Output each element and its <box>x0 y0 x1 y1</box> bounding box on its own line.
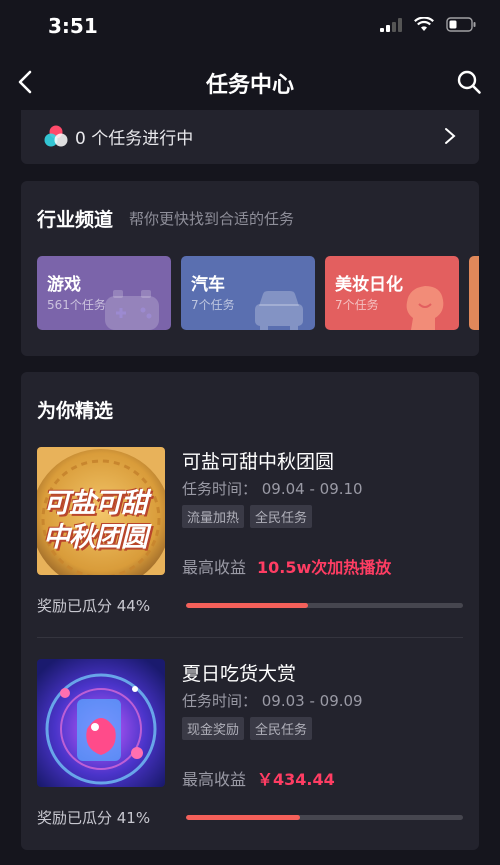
task-logo-icon <box>44 125 68 147</box>
featured-section: 为你精选 可盐可甜 中秋团圆 可盐可甜中秋团圆 任务时间： 09.04 - 09… <box>21 372 479 850</box>
industry-tile-game[interactable]: 游戏 561个任务 <box>37 256 171 330</box>
in-progress-text: 0 个任务进行中 <box>75 129 194 149</box>
section-title: 为你精选 <box>37 400 114 422</box>
section-title: 行业频道 <box>37 209 114 231</box>
reward-progress-fill <box>186 815 300 820</box>
task-tag: 流量加热 <box>182 505 245 528</box>
income-value: 10.5w次加热播放 <box>257 558 392 577</box>
income-label: 最高收益 <box>182 558 247 577</box>
tile-name: 美妆日化 <box>335 275 403 295</box>
industry-tiles: 游戏 561个任务 汽车 7个任务 美妆日化 7个任务 <box>37 256 479 330</box>
chevron-right-icon <box>445 128 456 144</box>
reward-progress-fill <box>186 603 308 608</box>
face-icon <box>406 286 444 330</box>
status-time: 3:51 <box>48 14 98 38</box>
reward-progress-bar <box>186 815 463 820</box>
reward-progress-text: 奖励已瓜分 41% <box>37 809 151 827</box>
task-tag: 全民任务 <box>250 505 313 528</box>
status-bar: 3:51 <box>0 0 500 50</box>
industry-tile-beauty[interactable]: 美妆日化 7个任务 <box>325 256 459 330</box>
task-title: 可盐可甜中秋团圆 <box>182 451 335 473</box>
tile-count: 7个任务 <box>191 298 235 312</box>
industry-channel-section: 行业频道 帮你更快找到合适的任务 游戏 561个任务 汽车 7个任务 美妆日化 … <box>21 181 479 356</box>
task-tag: 现金奖励 <box>182 717 245 740</box>
wifi-icon <box>414 17 434 31</box>
nav-bar: 任务中心 <box>0 55 500 109</box>
gamepad-icon <box>105 290 159 330</box>
tile-name: 游戏 <box>47 275 81 295</box>
divider <box>37 637 463 638</box>
tile-count: 561个任务 <box>47 298 106 312</box>
signal-icon <box>380 17 402 32</box>
task-item[interactable]: 夏日吃货大赏 任务时间： 09.03 - 09.09 现金奖励 全民任务 最高收… <box>37 659 463 839</box>
task-thumbnail <box>37 659 165 787</box>
page-title: 任务中心 <box>205 73 294 98</box>
task-item[interactable]: 可盐可甜 中秋团圆 可盐可甜中秋团圆 任务时间： 09.04 - 09.10 流… <box>37 447 463 638</box>
section-subtitle: 帮你更快找到合适的任务 <box>129 210 295 228</box>
task-tags: 现金奖励 全民任务 <box>182 717 313 740</box>
industry-tile-more[interactable] <box>469 256 479 330</box>
tile-name: 汽车 <box>191 275 225 295</box>
task-time: 任务时间： 09.03 - 09.09 <box>182 692 363 710</box>
in-progress-banner[interactable]: 0 个任务进行中 <box>21 110 479 164</box>
search-icon[interactable] <box>456 69 482 95</box>
industry-tile-car[interactable]: 汽车 7个任务 <box>181 256 315 330</box>
task-time: 任务时间： 09.04 - 09.10 <box>182 480 363 498</box>
status-icons <box>380 17 476 32</box>
task-tags: 流量加热 全民任务 <box>182 505 313 528</box>
task-title: 夏日吃货大赏 <box>182 663 297 685</box>
reward-progress-bar <box>186 603 463 608</box>
income-label: 最高收益 <box>182 770 247 789</box>
thumbnail-title-line-2: 中秋团圆 <box>43 522 148 553</box>
reward-progress-text: 奖励已瓜分 44% <box>37 597 151 615</box>
task-tag: 全民任务 <box>250 717 313 740</box>
car-icon <box>255 291 303 330</box>
tile-count: 7个任务 <box>335 298 379 312</box>
battery-icon <box>446 17 476 32</box>
income-value: ￥434.44 <box>257 770 335 789</box>
task-thumbnail: 可盐可甜 中秋团圆 <box>37 447 165 575</box>
